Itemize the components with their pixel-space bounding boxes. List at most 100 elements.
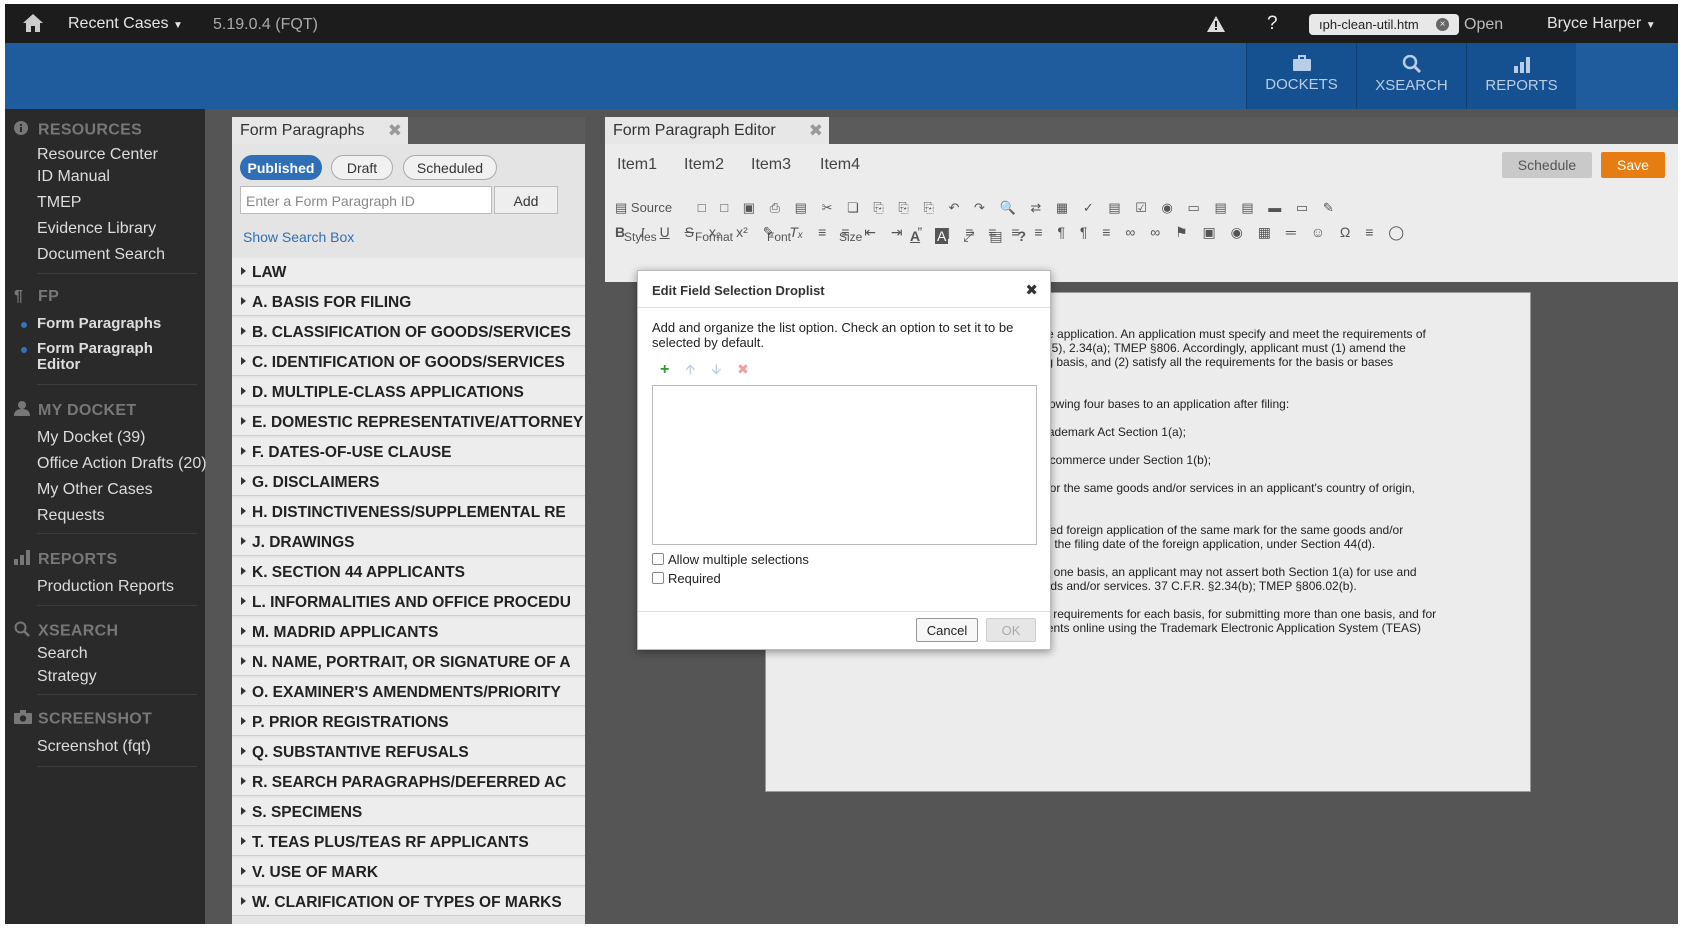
redo-icon[interactable]: ↷ xyxy=(974,200,985,216)
close-icon[interactable]: ✖ xyxy=(1025,281,1038,299)
expand-arrow-icon[interactable] xyxy=(241,837,246,845)
category-row[interactable]: E. DOMESTIC REPRESENTATIVE/ATTORNEY xyxy=(232,408,585,436)
category-row[interactable]: T. TEAS PLUS/TEAS RF APPLICANTS xyxy=(232,828,585,856)
preview-icon[interactable]: ▣ xyxy=(743,200,755,216)
sidebar-item-resource-center[interactable]: Resource Center xyxy=(37,146,158,164)
expand-arrow-icon[interactable] xyxy=(241,477,246,485)
textarea-icon[interactable]: ▤ xyxy=(1214,200,1226,216)
expand-arrow-icon[interactable] xyxy=(241,747,246,755)
copy-icon[interactable]: ❏ xyxy=(847,200,859,216)
spellcheck-icon[interactable]: ✓ xyxy=(1083,200,1094,216)
table-icon[interactable]: ▦ xyxy=(1258,224,1271,241)
select-field-icon[interactable]: ▤ xyxy=(1241,200,1253,216)
format-dropdown[interactable]: Format xyxy=(695,230,733,244)
font-dropdown[interactable]: Font xyxy=(767,230,791,244)
bg-color-icon[interactable]: A xyxy=(935,228,949,244)
category-row[interactable]: M. MADRID APPLICANTS xyxy=(232,618,585,646)
expand-arrow-icon[interactable] xyxy=(241,507,246,515)
templates-icon[interactable]: ▤ xyxy=(795,200,807,216)
category-row[interactable]: K. SECTION 44 APPLICANTS xyxy=(232,558,585,586)
select-all-icon[interactable]: ▦ xyxy=(1056,200,1068,216)
sidebar-item-form-paragraph-editor-line2[interactable]: Editor xyxy=(37,356,80,373)
required-checkbox[interactable]: Required xyxy=(652,571,721,586)
category-row[interactable]: G. DISCLAIMERS xyxy=(232,468,585,496)
cut-icon[interactable]: ✂ xyxy=(822,200,833,216)
expand-arrow-icon[interactable] xyxy=(241,387,246,395)
maximize-icon[interactable]: ⤢ xyxy=(963,228,974,245)
link-icon[interactable]: ∞ xyxy=(1125,224,1135,240)
category-row[interactable]: N. NAME, PORTRAIT, OR SIGNATURE OF A xyxy=(232,648,585,676)
tab-item4[interactable]: Item4 xyxy=(820,156,860,174)
undo-icon[interactable]: ↶ xyxy=(948,200,959,216)
expand-arrow-icon[interactable] xyxy=(241,447,246,455)
unlink-icon[interactable]: ∞ xyxy=(1150,224,1160,240)
nav-reports-button[interactable]: REPORTS xyxy=(1466,43,1576,109)
paste-icon[interactable]: ⎘ xyxy=(873,200,883,216)
allow-multiple-checkbox[interactable]: Allow multiple selections xyxy=(652,552,809,567)
text-color-icon[interactable]: A xyxy=(910,228,920,244)
sidebar-item-production-reports[interactable]: Production Reports xyxy=(37,578,174,596)
print-icon[interactable]: ⎙ xyxy=(770,200,780,216)
paste-text-icon[interactable]: ⎘ xyxy=(898,200,908,216)
nav-xsearch-button[interactable]: XSEARCH xyxy=(1356,43,1466,109)
category-row[interactable]: R. SEARCH PARAGRAPHS/DEFERRED AC xyxy=(232,768,585,796)
image-button-icon[interactable]: ▭ xyxy=(1296,200,1308,216)
expand-arrow-icon[interactable] xyxy=(241,807,246,815)
tab-form-paragraphs[interactable]: Form Paragraphs ✖ xyxy=(232,117,408,144)
expand-arrow-icon[interactable] xyxy=(241,537,246,545)
add-button[interactable]: Add xyxy=(494,186,558,214)
language-icon[interactable]: ≡ xyxy=(1102,224,1110,240)
category-row[interactable]: B. CLASSIFICATION OF GOODS/SERVICES xyxy=(232,318,585,346)
numbered-list-icon[interactable]: ≡ xyxy=(818,224,826,240)
category-row[interactable]: LAW xyxy=(232,258,585,286)
horizontal-rule-icon[interactable]: ═ xyxy=(1286,224,1296,240)
expand-arrow-icon[interactable] xyxy=(241,687,246,695)
save-button[interactable]: Save xyxy=(1601,152,1665,178)
sidebar-item-id-manual[interactable]: ID Manual xyxy=(37,168,110,186)
expand-arrow-icon[interactable] xyxy=(241,417,246,425)
expand-arrow-icon[interactable] xyxy=(241,717,246,725)
cancel-button[interactable]: Cancel xyxy=(916,618,978,642)
sidebar-item-tmep[interactable]: TMEP xyxy=(37,194,81,212)
filter-draft-pill[interactable]: Draft xyxy=(331,155,393,180)
styles-dropdown[interactable]: Styles xyxy=(624,230,657,244)
rtl-icon[interactable]: ¶ xyxy=(1080,224,1088,240)
sidebar-item-form-paragraphs[interactable]: Form Paragraphs xyxy=(20,315,161,332)
replace-icon[interactable]: ⇄ xyxy=(1030,200,1041,216)
category-row[interactable]: A. BASIS FOR FILING xyxy=(232,288,585,316)
sidebar-item-my-docket[interactable]: My Docket (39) xyxy=(37,429,145,447)
close-icon[interactable]: ✖ xyxy=(809,121,823,141)
expand-arrow-icon[interactable] xyxy=(241,657,246,665)
category-row[interactable]: L. INFORMALITIES AND OFFICE PROCEDU xyxy=(232,588,585,616)
form-icon[interactable]: ▤ xyxy=(1108,200,1120,216)
strikethrough-icon[interactable]: S xyxy=(685,224,694,240)
iframe-icon[interactable]: ◯ xyxy=(1388,224,1404,241)
expand-arrow-icon[interactable] xyxy=(241,327,246,335)
flash-icon[interactable]: ◉ xyxy=(1231,224,1243,241)
show-blocks-icon[interactable]: ▤ xyxy=(989,228,1002,245)
smiley-icon[interactable]: ☺ xyxy=(1311,224,1325,240)
sidebar-item-form-paragraph-editor[interactable]: Form Paragraph xyxy=(21,340,153,357)
warning-icon[interactable] xyxy=(1206,15,1226,33)
tab-item1[interactable]: Item1 xyxy=(617,156,657,174)
sidebar-item-evidence-library[interactable]: Evidence Library xyxy=(37,220,156,238)
filter-scheduled-pill[interactable]: Scheduled xyxy=(403,155,497,180)
sidebar-item-search[interactable]: Search xyxy=(37,645,88,663)
sidebar-item-document-search[interactable]: Document Search xyxy=(37,246,165,264)
option-list-box[interactable] xyxy=(652,385,1037,545)
image-icon[interactable]: ▣ xyxy=(1203,224,1216,241)
paste-word-icon[interactable]: ⎘ xyxy=(923,200,933,216)
source-button[interactable]: ▤ Source xyxy=(615,200,683,216)
expand-arrow-icon[interactable] xyxy=(241,867,246,875)
category-row[interactable]: F. DATES-OF-USE CLAUSE xyxy=(232,438,585,466)
checkbox-icon[interactable]: ☑ xyxy=(1135,200,1147,216)
form-paragraph-id-input[interactable]: Enter a Form Paragraph ID xyxy=(240,186,492,214)
hidden-field-icon[interactable]: ✎ xyxy=(1323,200,1334,216)
category-row[interactable]: S. SPECIMENS xyxy=(232,798,585,826)
expand-arrow-icon[interactable] xyxy=(241,567,246,575)
nav-dockets-button[interactable]: DOCKETS xyxy=(1246,43,1356,109)
move-up-icon[interactable]: 🡩 xyxy=(685,361,695,377)
underline-icon[interactable]: U xyxy=(660,224,670,240)
tab-item2[interactable]: Item2 xyxy=(684,156,724,174)
category-row[interactable]: J. DRAWINGS xyxy=(232,528,585,556)
